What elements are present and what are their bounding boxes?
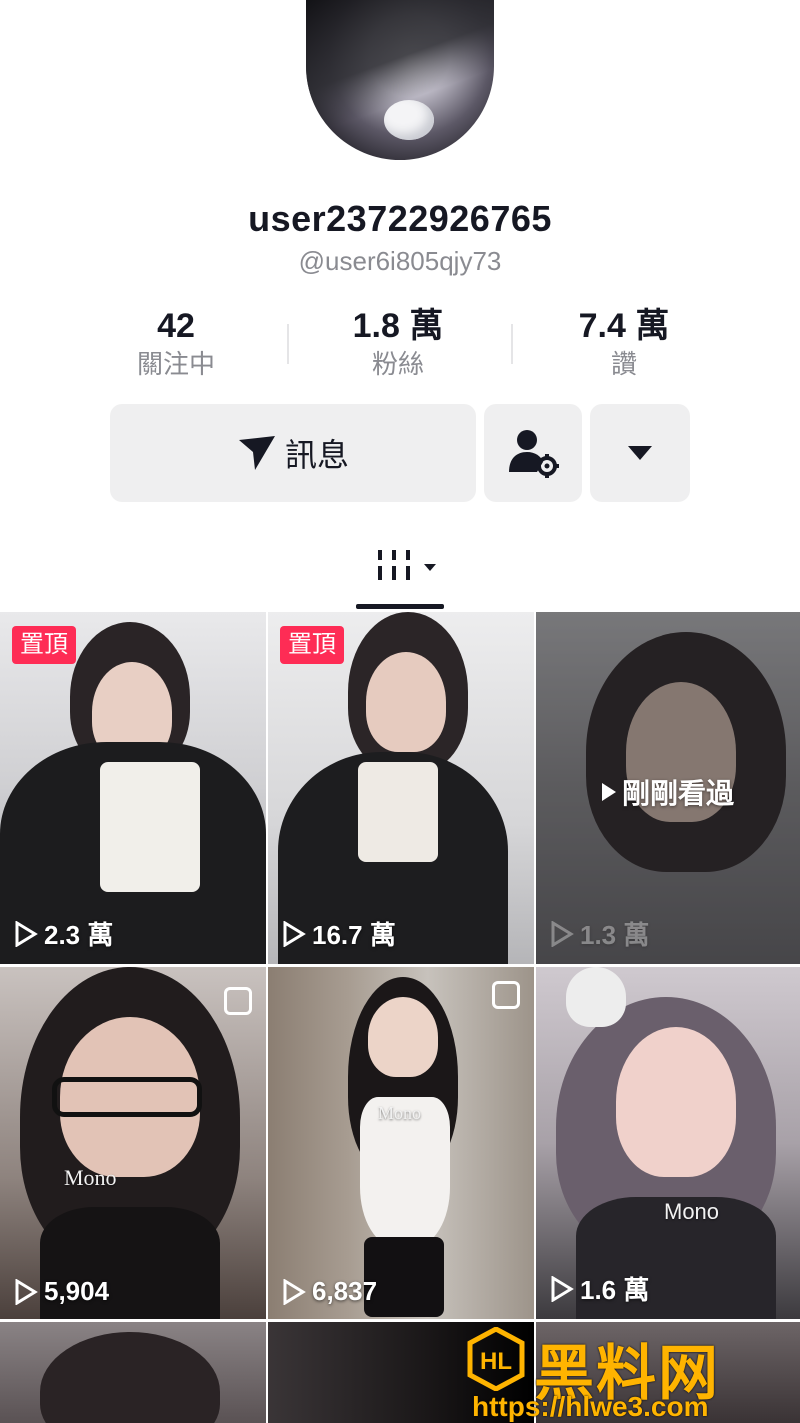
play-icon [15, 920, 38, 947]
view-count: 6,837 [282, 1276, 377, 1307]
video-thumbnail[interactable]: 置頂 2.3 萬 [0, 612, 266, 964]
multi-image-icon [492, 981, 520, 1009]
profile-stats: 42 關注中 1.8 萬 粉絲 7.4 萬 讚 [0, 304, 800, 384]
video-thumbnail[interactable]: Mono 6,837 [268, 967, 534, 1319]
stat-followers-value: 1.8 萬 [352, 307, 444, 345]
site-watermark: HL 黑料网 https://hlwe3.com [460, 1321, 790, 1422]
stat-divider [287, 324, 289, 364]
watermark-logo: HL [467, 1327, 525, 1391]
play-icon [602, 783, 616, 801]
active-tab-indicator [356, 604, 444, 609]
play-icon [283, 920, 306, 947]
video-thumbnail[interactable] [0, 1322, 266, 1423]
stat-following-label: 關注中 [136, 349, 215, 379]
video-thumbnail[interactable]: 剛剛看過 1.3 萬 [536, 612, 800, 964]
view-count: 2.3 萬 [14, 915, 113, 952]
tab-videos[interactable] [372, 544, 444, 588]
content-tabs [0, 540, 800, 612]
stat-following[interactable]: 42 關注中 [76, 304, 276, 380]
username: user23722926765 [248, 198, 552, 239]
thumbnail-shirt [100, 762, 200, 892]
recently-viewed-label: 剛剛看過 [602, 772, 734, 812]
stat-following-value: 42 [157, 307, 195, 345]
video-thumbnail[interactable]: Mono 5,904 [0, 967, 266, 1319]
profile-avatar[interactable] [306, 0, 494, 160]
avatar-cat [384, 100, 434, 140]
stat-likes: 7.4 萬 讚 [524, 304, 724, 380]
suggested-accounts-button[interactable] [484, 404, 582, 502]
stat-likes-value: 7.4 萬 [578, 307, 670, 345]
thumbnail-glasses [52, 1077, 202, 1117]
multi-image-icon [224, 987, 252, 1015]
view-count-value: 1.6 萬 [580, 1275, 650, 1305]
grid-filter-icon [378, 550, 436, 580]
thumbnail-face [366, 652, 446, 752]
view-count-value: 6,837 [312, 1276, 378, 1306]
view-count-value: 1.3 萬 [580, 920, 650, 950]
video-thumbnail[interactable]: Mono 1.6 萬 [536, 967, 800, 1319]
play-icon [283, 1278, 306, 1305]
stat-divider [511, 324, 513, 364]
view-count-value: 5,904 [44, 1276, 110, 1306]
play-icon [551, 920, 574, 947]
view-count-value: 2.3 萬 [44, 920, 114, 950]
thumbnail-shirt [358, 762, 438, 862]
recently-viewed-text: 剛剛看過 [622, 778, 735, 809]
video-grid: 置頂 2.3 萬 置頂 16.7 萬 剛剛看過 1.3 萬 Mono 5,904… [0, 612, 800, 1423]
overlay-text: Mono [378, 1103, 422, 1123]
stat-followers[interactable]: 1.8 萬 粉絲 [298, 304, 498, 380]
caret-down-icon [628, 446, 652, 460]
profile-actions: 訊息 [0, 404, 800, 502]
stat-likes-label: 讚 [610, 349, 637, 379]
overlay-text: Mono [64, 1165, 117, 1190]
watermark-url: https://hlwe3.com [472, 1391, 709, 1422]
more-options-button[interactable] [590, 404, 690, 502]
user-handle: @user6i805qjy73 [298, 246, 502, 276]
video-thumbnail[interactable]: 置頂 16.7 萬 [268, 612, 534, 964]
view-count: 16.7 萬 [282, 915, 396, 952]
thumbnail-face [616, 1027, 736, 1177]
play-icon [15, 1278, 38, 1305]
stat-followers-label: 粉絲 [371, 349, 424, 379]
view-count-value: 16.7 萬 [312, 920, 396, 950]
message-button-label: 訊息 [284, 437, 349, 473]
pinned-badge: 置頂 [12, 626, 76, 664]
view-count: 1.6 萬 [550, 1270, 649, 1307]
overlay-text: Mono [664, 1199, 720, 1224]
view-count: 1.3 萬 [550, 915, 649, 952]
send-icon [238, 436, 275, 470]
view-count: 5,904 [14, 1276, 109, 1307]
pinned-badge: 置頂 [280, 626, 344, 664]
thumbnail-face [368, 997, 438, 1077]
thumbnail-bunny-filter [566, 967, 626, 1027]
person-settings-icon [509, 430, 559, 478]
svg-text:HL: HL [480, 1348, 512, 1375]
message-button[interactable]: 訊息 [110, 404, 476, 502]
play-icon [551, 1275, 574, 1302]
